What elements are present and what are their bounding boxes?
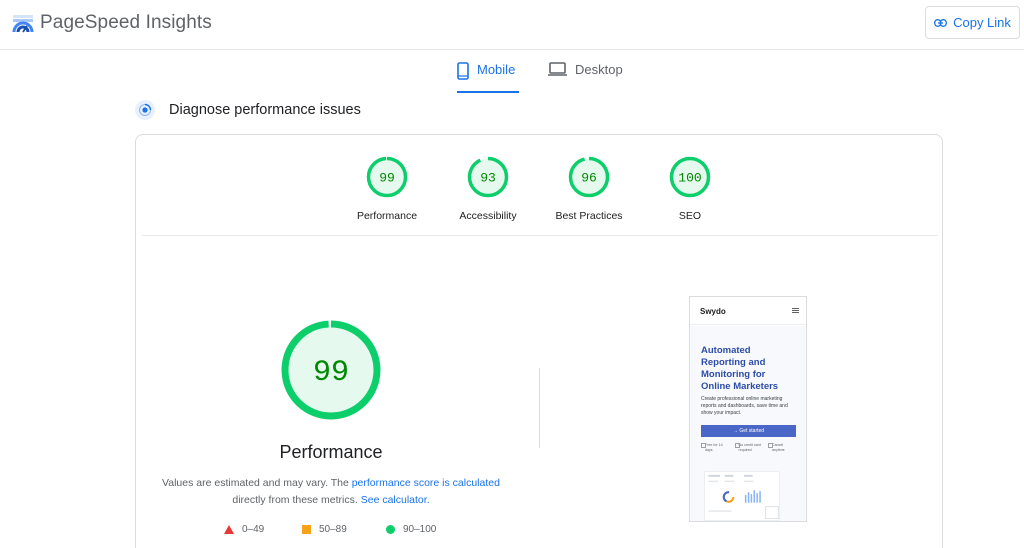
divider — [142, 235, 938, 236]
section-title: Diagnose performance issues — [169, 102, 361, 118]
vertical-divider — [539, 368, 540, 448]
legend-label: 50–89 — [319, 524, 347, 535]
score-ring: 93 — [467, 156, 509, 198]
screenshot-hero: Automated Reporting and Monitoring for O… — [690, 326, 806, 521]
gauge-label: Accessibility — [459, 210, 517, 222]
gauge-seo[interactable]: 100 SEO — [640, 155, 740, 222]
screenshot-brand: Swydo — [700, 307, 726, 316]
legend-pass: 90–100 — [386, 524, 436, 535]
score-value: 100 — [678, 171, 701, 186]
screenshot-feature: No credit card required — [734, 443, 763, 452]
page-screenshot: Swydo Automated Reporting and Monitoring… — [689, 296, 807, 522]
note-text-2: directly from these metrics. — [232, 494, 361, 506]
main-score-value: 99 — [313, 356, 349, 390]
gauge-label: SEO — [678, 210, 702, 222]
score-ring: 100 — [669, 156, 711, 198]
gauge-performance[interactable]: 99 Performance — [337, 155, 437, 222]
score-legend: 0–49 50–89 90–100 — [224, 524, 464, 538]
screenshot-subtext: Create professional online marketing rep… — [701, 396, 788, 416]
report-card: 99 Performance 93 Accessibility 96 Best … — [135, 134, 943, 548]
copy-link-button[interactable]: Copy Link — [925, 6, 1020, 39]
triangle-icon — [224, 525, 234, 534]
screenshot-header: Swydo — [690, 297, 806, 325]
screenshot-cta-button: → Get started — [701, 425, 796, 437]
legend-label: 0–49 — [242, 524, 265, 535]
diagnose-icon — [135, 100, 155, 120]
screenshot-feature: Free for 14 days — [701, 443, 729, 452]
see-calculator-link[interactable]: See calculator. — [361, 494, 430, 506]
circle-icon — [386, 525, 395, 534]
performance-main-gauge: 99 — [281, 320, 381, 420]
score-value: 96 — [581, 171, 597, 186]
screenshot-features: Free for 14 days No credit card required… — [701, 443, 796, 452]
phone-icon — [457, 62, 469, 80]
gauge-label: Best Practices — [555, 210, 623, 222]
device-tabs: Mobile Desktop — [0, 56, 1024, 96]
section-header: Diagnose performance issues — [135, 100, 361, 120]
screenshot-feature: Cancel anytime — [768, 443, 796, 452]
hamburger-menu-icon — [792, 308, 799, 313]
score-note: Values are estimated and may vary. The p… — [156, 475, 506, 509]
legend-average: 50–89 — [302, 524, 347, 535]
tab-desktop-label: Desktop — [575, 62, 623, 77]
legend-fail: 0–49 — [224, 524, 264, 535]
app-title: PageSpeed Insights — [40, 12, 212, 33]
score-ring: 99 — [366, 156, 408, 198]
gauge-accessibility[interactable]: 93 Accessibility — [438, 155, 538, 222]
dashboard-card-preview — [765, 506, 779, 519]
pagespeed-logo-icon — [12, 15, 34, 33]
top-bar: PageSpeed Insights Copy Link — [0, 0, 1024, 50]
legend-label: 90–100 — [403, 524, 437, 535]
score-value: 99 — [379, 171, 395, 186]
score-gauges: 99 Performance 93 Accessibility 96 Best … — [136, 135, 944, 235]
score-calculated-link[interactable]: performance score is calculated — [352, 477, 500, 489]
copy-link-label: Copy Link — [953, 15, 1011, 30]
tab-mobile-label: Mobile — [477, 62, 516, 77]
score-value: 93 — [480, 171, 496, 186]
gauge-label: Performance — [356, 210, 418, 222]
square-icon — [302, 525, 311, 534]
tab-mobile[interactable]: Mobile — [457, 56, 519, 93]
link-icon — [934, 18, 948, 27]
tab-desktop[interactable]: Desktop — [548, 56, 623, 93]
screenshot-headline: Automated Reporting and Monitoring for O… — [701, 345, 779, 392]
gauge-best-practices[interactable]: 96 Best Practices — [539, 155, 639, 222]
note-text-1: Values are estimated and may vary. The — [162, 477, 352, 489]
main-score-title: Performance — [279, 442, 383, 462]
laptop-icon — [548, 62, 567, 76]
score-ring: 96 — [568, 156, 610, 198]
